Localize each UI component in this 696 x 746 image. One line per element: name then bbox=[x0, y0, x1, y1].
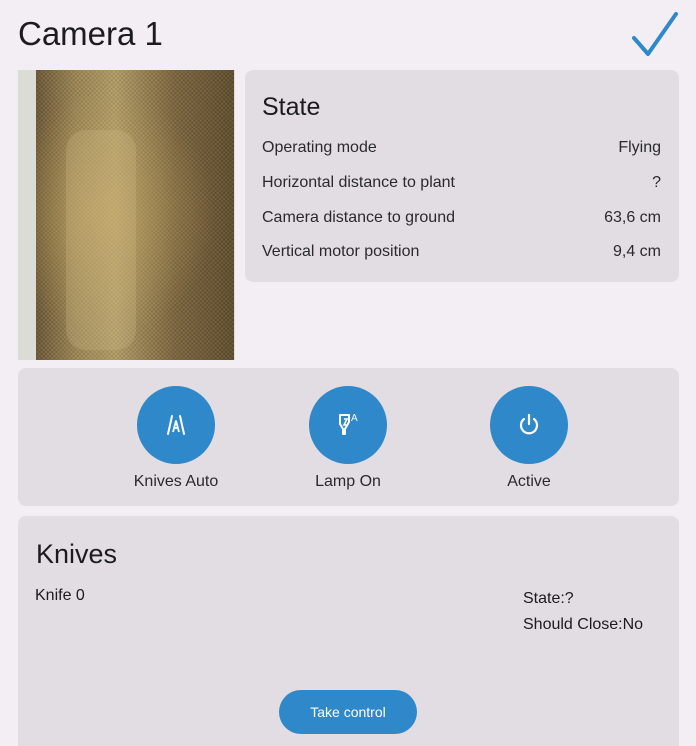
page-title: Camera 1 bbox=[18, 15, 163, 52]
state-title: State bbox=[262, 93, 321, 121]
knife-state-text: State:? bbox=[523, 590, 574, 607]
state-card: State Operating mode Flying Horizontal d… bbox=[245, 70, 679, 282]
state-label: Camera distance to ground bbox=[262, 209, 455, 226]
actions-card: Knives Auto A Lamp On Active bbox=[18, 368, 679, 506]
lamp-action: A Lamp On bbox=[288, 386, 408, 492]
camera-image bbox=[36, 70, 234, 360]
knife-name: Knife 0 bbox=[35, 587, 85, 604]
state-label: Vertical motor position bbox=[262, 243, 420, 260]
active-label: Active bbox=[507, 473, 551, 490]
lamp-auto-letter: A bbox=[351, 413, 358, 424]
knife-status: State:? Should Close:No bbox=[523, 586, 643, 638]
knife-should-close-text: Should Close:No bbox=[523, 616, 644, 633]
lamp-label: Lamp On bbox=[315, 473, 381, 490]
knives-auto-icon bbox=[167, 415, 185, 435]
knives-card: Knives Knife 0 State:? Should Close:No T… bbox=[18, 516, 679, 746]
take-control-button[interactable]: Take control bbox=[279, 690, 417, 734]
active-button[interactable] bbox=[490, 386, 568, 464]
state-value: Flying bbox=[618, 139, 661, 156]
knives-auto-label: Knives Auto bbox=[133, 473, 219, 490]
state-label: Horizontal distance to plant bbox=[262, 174, 455, 191]
lamp-auto-icon: A bbox=[339, 413, 358, 435]
power-icon bbox=[519, 413, 539, 435]
state-label: Operating mode bbox=[262, 139, 377, 156]
active-action: Active bbox=[469, 386, 589, 492]
knives-auto-action: Knives Auto bbox=[116, 386, 236, 492]
knives-auto-button[interactable] bbox=[137, 386, 215, 464]
state-value: ? bbox=[652, 174, 661, 191]
knives-title: Knives bbox=[36, 539, 118, 569]
state-value: 9,4 cm bbox=[612, 243, 661, 260]
lamp-button[interactable]: A bbox=[309, 386, 387, 464]
state-value: 63,6 cm bbox=[604, 209, 661, 226]
check-icon[interactable] bbox=[628, 8, 680, 60]
camera-preview bbox=[18, 70, 235, 360]
